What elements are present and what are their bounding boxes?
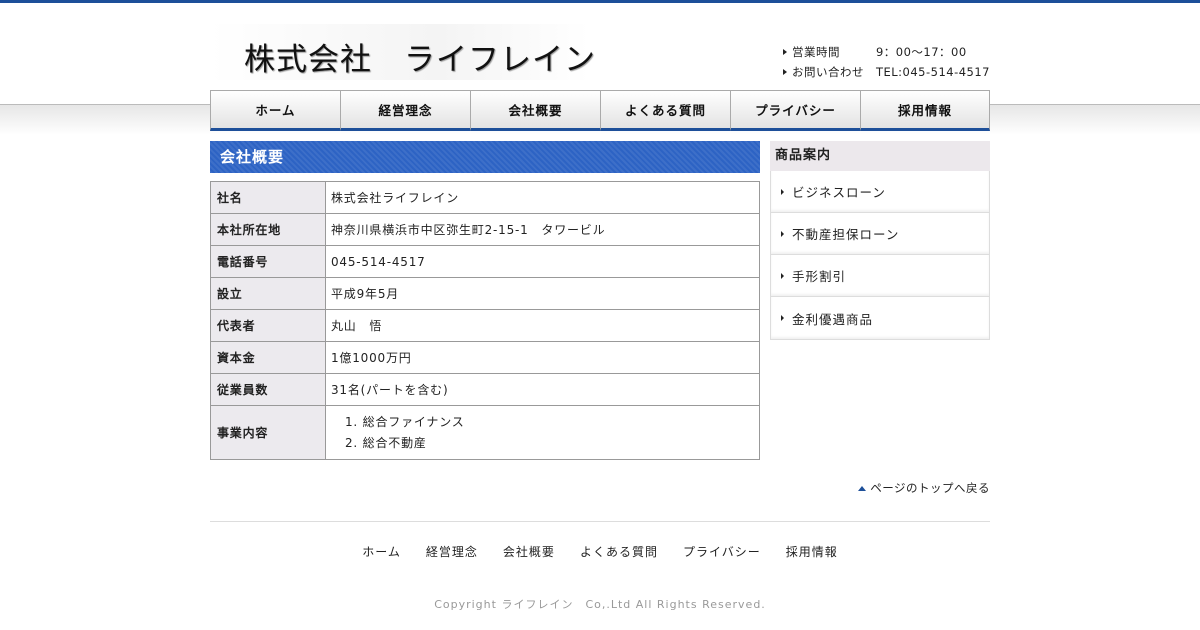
nav-home[interactable]: ホーム (210, 90, 340, 131)
footer-link-home[interactable]: ホーム (362, 543, 401, 560)
site-logo[interactable]: 株式会社 ライフレイン (210, 24, 595, 80)
footer-link-company[interactable]: 会社概要 (503, 543, 555, 560)
logo-text: 株式会社 ライフレイン (244, 42, 596, 78)
table-row: 社名 株式会社ライフレイン (210, 181, 760, 214)
bullet-arrow-icon (782, 69, 787, 75)
page-title: 会社概要 (210, 141, 760, 173)
table-row: 設立 平成9年5月 (210, 277, 760, 310)
sidebar-item-label: 手形割引 (792, 269, 847, 284)
page-wrapper: 株式会社 ライフレイン 営業時間 9：00～17：00 お問い合わせ TEL:0… (210, 0, 990, 630)
table-row: 従業員数 31名(パートを含む) (210, 373, 760, 406)
contact-value: TEL:045-514-4517 (875, 65, 990, 79)
sidebar-item-label: 不動産担保ローン (792, 227, 900, 242)
bullet-arrow-icon (781, 315, 784, 321)
row-value: 1億1000万円 (325, 341, 760, 374)
row-label: 本社所在地 (210, 213, 326, 246)
back-to-top-link[interactable]: ページのトップへ戻る (858, 480, 990, 496)
sidebar-item-label: ビジネスローン (792, 185, 886, 200)
footer-link-faq[interactable]: よくある質問 (580, 543, 658, 560)
row-label: 代表者 (210, 309, 326, 342)
back-to-top-label: ページのトップへ戻る (870, 481, 990, 495)
sidebar-item-label: 金利優遇商品 (792, 311, 874, 327)
sidebar-list: ビジネスローン 不動産担保ローン 手形割引 金利優遇商品 (770, 171, 990, 340)
row-value: 1. 総合ファイナンス 2. 総合不動産 (325, 405, 760, 460)
sidebar-item-real-estate-loan[interactable]: 不動産担保ローン (771, 213, 989, 255)
sidebar-item-business-loan[interactable]: ビジネスローン (771, 171, 989, 213)
hours-row: 営業時間 9：00～17：00 (782, 42, 990, 62)
nav-privacy[interactable]: プライバシー (730, 90, 860, 131)
business-list: 1. 総合ファイナンス 2. 総合不動産 (331, 406, 759, 459)
list-item: 1. 総合ファイナンス (345, 415, 465, 429)
row-value: 31名(パートを含む) (325, 373, 760, 406)
row-label: 電話番号 (210, 245, 326, 278)
row-value: 丸山 悟 (325, 309, 760, 342)
bullet-arrow-icon (781, 230, 784, 237)
contact-label: お問い合わせ (791, 65, 864, 79)
row-label: 設立 (210, 277, 326, 310)
product-sidebar: 商品案内 ビジネスローン 不動産担保ローン 手形割引 金利優遇商品 (770, 141, 990, 340)
sidebar-title: 商品案内 (770, 141, 990, 171)
nav-company[interactable]: 会社概要 (470, 90, 600, 131)
arrow-up-icon (858, 485, 867, 491)
hours-value: 9：00～17：00 (875, 45, 967, 59)
row-label: 従業員数 (210, 373, 326, 406)
table-row: 電話番号 045-514-4517 (210, 245, 760, 278)
list-item: 2. 総合不動産 (345, 436, 427, 450)
footer-link-recruit[interactable]: 採用情報 (786, 543, 838, 560)
row-label: 資本金 (210, 341, 326, 374)
bullet-arrow-icon (781, 188, 784, 195)
row-label: 事業内容 (210, 405, 326, 460)
row-value: 神奈川県横浜市中区弥生町2-15-1 タワービル (325, 213, 760, 246)
footer-link-philosophy[interactable]: 経営理念 (426, 543, 478, 560)
row-label: 社名 (210, 181, 326, 214)
row-value: 株式会社ライフレイン (325, 181, 760, 214)
copyright: Copyright ライフレイン Co,.Ltd All Rights Rese… (434, 598, 766, 611)
row-value: 平成9年5月 (325, 277, 760, 310)
bullet-arrow-icon (781, 272, 784, 279)
nav-recruit[interactable]: 採用情報 (860, 90, 990, 131)
nav-philosophy[interactable]: 経営理念 (340, 90, 470, 131)
table-row: 事業内容 1. 総合ファイナンス 2. 総合不動産 (210, 405, 760, 460)
footer-nav: ホーム 経営理念 会社概要 よくある質問 プライバシー 採用情報 (210, 543, 990, 560)
bullet-arrow-icon (782, 49, 787, 55)
global-nav: ホーム 経営理念 会社概要 よくある質問 プライバシー 採用情報 (210, 90, 990, 131)
footer-link-privacy[interactable]: プライバシー (683, 543, 761, 560)
sidebar-item-preferential-rate[interactable]: 金利優遇商品 (771, 297, 989, 339)
hours-label: 営業時間 (791, 45, 840, 59)
table-row: 代表者 丸山 悟 (210, 309, 760, 342)
contact-row: お問い合わせ TEL:045-514-4517 (782, 62, 990, 82)
nav-faq[interactable]: よくある質問 (600, 90, 730, 131)
company-info-table: 社名 株式会社ライフレイン 本社所在地 神奈川県横浜市中区弥生町2-15-1 タ… (210, 181, 760, 460)
row-value: 045-514-4517 (325, 245, 760, 278)
table-row: 資本金 1億1000万円 (210, 341, 760, 374)
footer-divider (210, 521, 990, 522)
sidebar-item-bill-discount[interactable]: 手形割引 (771, 255, 989, 297)
table-row: 本社所在地 神奈川県横浜市中区弥生町2-15-1 タワービル (210, 213, 760, 246)
header-info: 営業時間 9：00～17：00 お問い合わせ TEL:045-514-4517 (782, 42, 990, 82)
